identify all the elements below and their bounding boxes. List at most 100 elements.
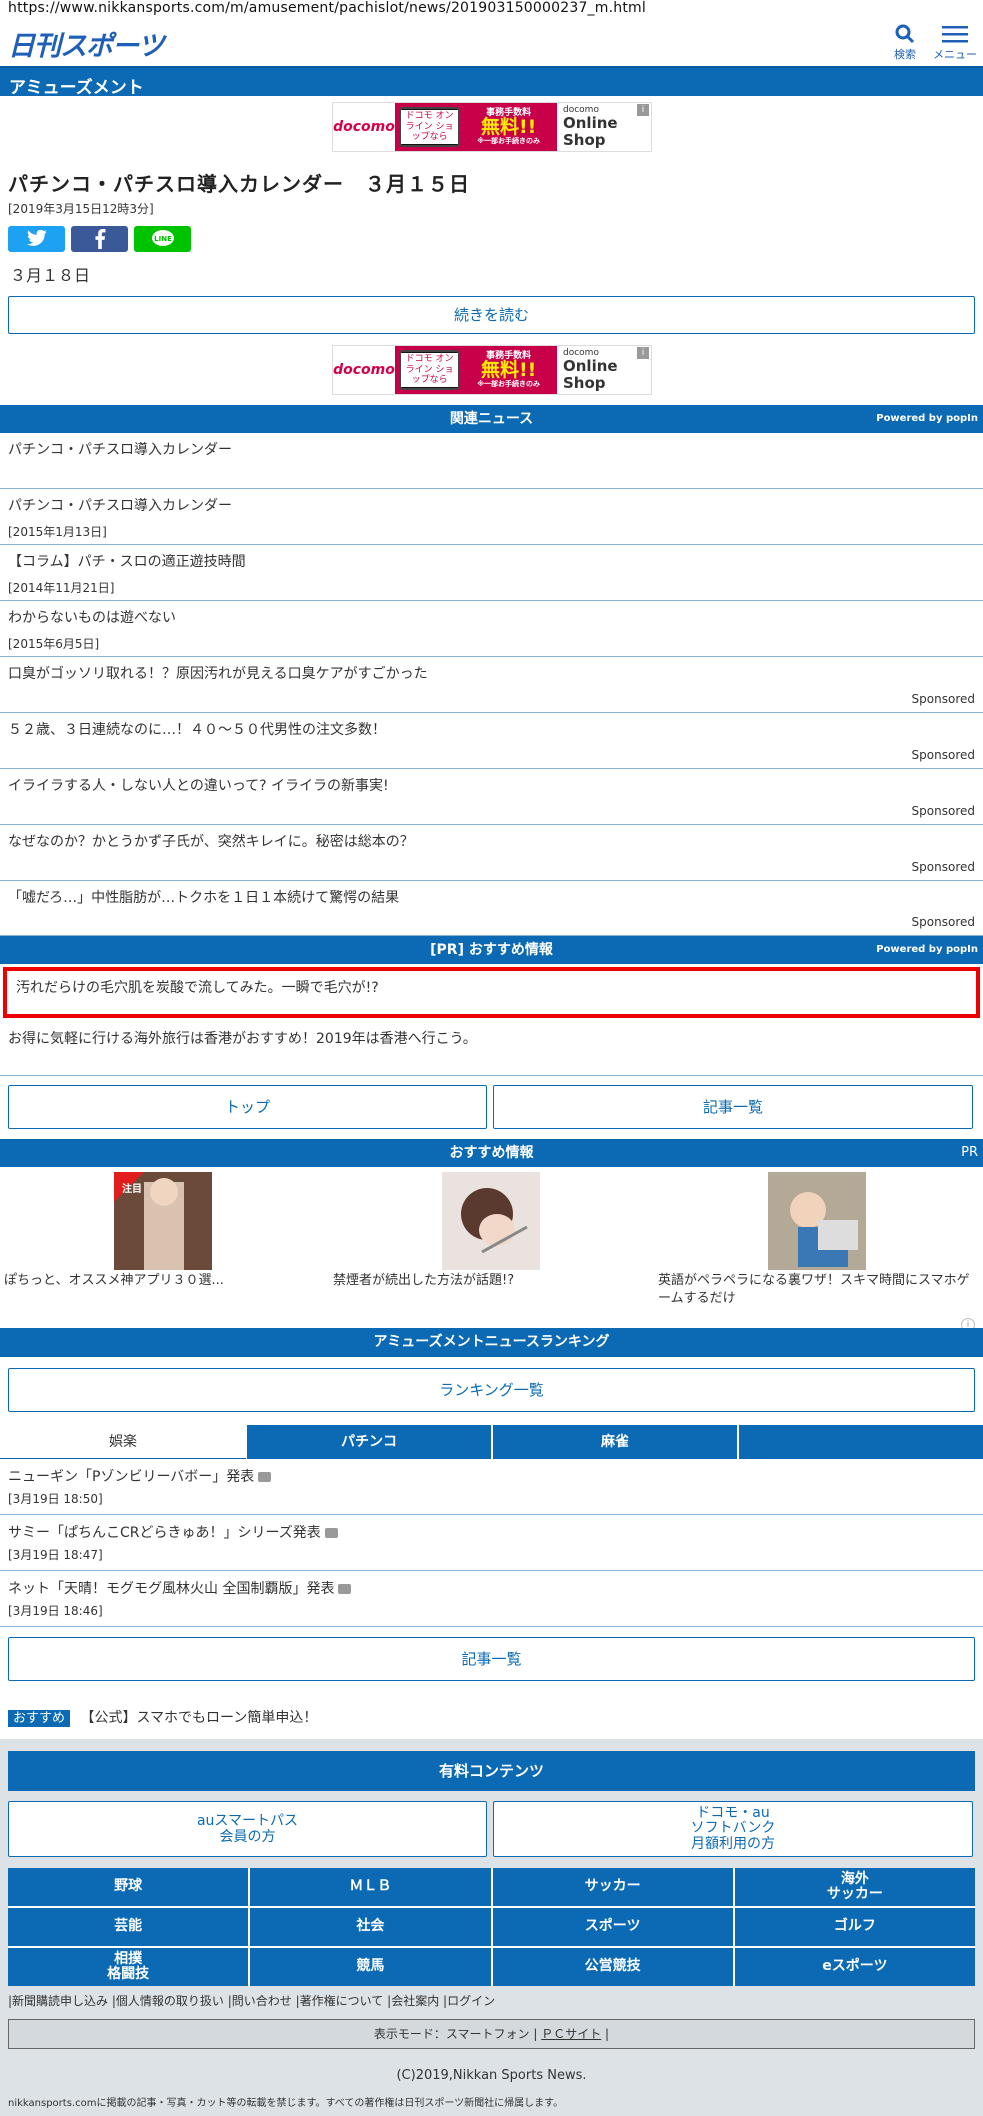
facebook-icon [94,229,105,249]
related-item[interactable]: 【コラム】パチ・スロの適正遊技時間 [2014年11月21日] [0,545,983,601]
docomo-ad-banner-top[interactable]: docomo ドコモ オンライン ショップなら 事務手数料 無料!! ※一部お手続き… [332,102,652,152]
docomo-au-softbank-button[interactable]: ドコモ・au ソフトバンク 月額利用の方 [493,1801,973,1857]
camera-icon [338,1584,352,1594]
article-body: ３月１８日 [10,266,91,285]
footer-link[interactable]: 会社案内 [391,1994,439,2008]
sponsored-item[interactable]: イライラする人・しない人との違いって? イライラの新事実! Sponsored [0,769,983,825]
recommend-item[interactable]: 注目 ぽちっと、オススメ神アプリ３０選... [0,1172,326,1290]
url-bar[interactable]: https://www.nikkansports.com/m/amusement… [8,0,646,16]
pr-item[interactable]: お得に気軽に行ける海外旅行は香港がおすすめ！2019年は香港へ行こう。 [0,1022,983,1076]
ad-shop: Online Shop [563,357,618,392]
search-button[interactable]: 検索 [882,24,928,62]
search-icon [895,24,915,44]
osusume-label: おすすめ [8,1710,71,1727]
facebook-share-button[interactable] [71,226,128,252]
tab-mahjong[interactable]: 麻雀 [493,1425,737,1459]
article-title: パチンコ・パチスロ導入カレンダー ３月１５日 [8,172,470,196]
category-horse-racing[interactable]: 競馬 [250,1948,491,1986]
pr-item-highlighted[interactable]: 汚れだらけの毛穴肌を炭酸で流してみた。一瞬で毛穴が!? [3,967,980,1018]
ad-phone-graphic: ドコモ オンライン ショップなら [399,107,461,147]
ad-brand: docomo [333,119,395,135]
site-logo[interactable]: 日刊スポーツ [8,24,164,63]
paid-content-header: 有料コンテンツ [8,1751,975,1791]
article-date: [2019年3月15日12時3分] [8,202,154,216]
recommend-thumbnail [768,1172,866,1270]
ranking-news-item[interactable]: サミー「ぱちんこCRどらきゅあ！」シリーズ発表 [3月19日 18:47] [0,1515,983,1571]
ranking-news-item[interactable]: ニューギン「Pゾンビリーバボー」発表 [3月19日 18:50] [0,1459,983,1515]
category-sports[interactable]: スポーツ [492,1908,733,1946]
menu-button[interactable]: メニュー [930,24,980,62]
twitter-share-button[interactable] [8,226,65,252]
category-esports[interactable]: eスポーツ [734,1948,975,1986]
recommend-text: ぽちっと、オススメ神アプリ３０選... [4,1273,224,1288]
popin-powered[interactable]: Powered by popIn [876,936,978,964]
ad-info-icon[interactable]: i [637,104,649,116]
category-mlb[interactable]: ＭＬＢ [250,1868,491,1906]
category-public-racing[interactable]: 公営競技 [492,1948,733,1986]
related-item[interactable]: パチンコ・パチスロ導入カレンダー [0,433,983,489]
related-news-title: 関連ニュース [449,411,534,427]
ranking-news-item[interactable]: ネット「天晴！モグモグ風林火山 全国制覇版」発表 [3月19日 18:46] [0,1571,983,1627]
category-overseas-soccer[interactable]: 海外 サッカー [734,1868,975,1906]
ad-note: ※一部お手続きのみ [477,380,541,389]
footer-links: |新聞購読申し込み |個人情報の取り扱い |問い合わせ |著作権について |会社… [8,1994,496,2008]
camera-icon [258,1472,272,1482]
read-more-button[interactable]: 続きを読む [8,296,975,334]
pr-title: [PR] おすすめ情報 [430,942,553,958]
related-news-header: 関連ニュース Powered by popIn [0,405,983,433]
recommend-item[interactable]: 英語がペラペラになる裏ワザ！スキマ時間にスマホゲームするだけ [656,1172,982,1308]
tab-entertainment[interactable]: 娯楽 [0,1425,246,1459]
ranking-list-button[interactable]: ランキング一覧 [8,1368,975,1412]
related-item[interactable]: わからないものは遊べない [2015年6月5日] [0,601,983,657]
tab-empty[interactable] [739,1425,983,1459]
camera-icon [324,1528,338,1538]
sponsored-item[interactable]: なぜなのか？かとうかず子氏が、突然キレイに。秘密は総本の？ Sponsored [0,825,983,881]
sponsored-item[interactable]: ５２歳、３日連続なのに…！４０～５０代男性の注文多数！ Sponsored [0,713,983,769]
footer-link[interactable]: 問い合わせ [232,1994,292,2008]
ad-brand: docomo [333,362,395,378]
footer-link[interactable]: 個人情報の取り扱い [116,1994,224,2008]
popin-powered[interactable]: Powered by popIn [876,405,978,433]
category-sumo-fighting[interactable]: 相撲 格闘技 [8,1948,249,1986]
pr-header: [PR] おすすめ情報 Powered by popIn [0,936,983,964]
section-title[interactable]: アミューズメント [0,66,983,98]
sponsored-item[interactable]: 口臭がゴッソリ取れる！？原因汚れが見える口臭ケアがすごかった Sponsored [0,657,983,713]
ad-free: 無料!! [480,116,537,139]
footer-link[interactable]: 新聞購読申し込み [12,1994,108,2008]
line-icon: LINE [151,230,174,246]
sponsored-item[interactable]: 「嘘だろ…」中性脂肪が…トクホを１日１本続けて驚愕の結果 Sponsored [0,881,983,936]
top-button[interactable]: トップ [8,1085,487,1129]
recommend-header: おすすめ情報 PR [0,1139,983,1167]
ranking-header: アミューズメントニュースランキング [0,1328,983,1357]
category-entertainment[interactable]: 芸能 [8,1908,249,1946]
pc-site-link[interactable]: ＰＣサイト [541,2027,601,2041]
recommend-text: 英語がペラペラになる裏ワザ！スキマ時間にスマホゲームするだけ [658,1273,970,1307]
au-smartpass-button[interactable]: auスマートパス 会員の方 [8,1801,487,1857]
copyright-notice: nikkansports.comに掲載の記事・写真・カット等の転載を禁じます。す… [8,2098,564,2109]
ranking-article-list-button[interactable]: 記事一覧 [8,1637,975,1681]
osusume-ad-link[interactable]: おすすめ 【公式】スマホでもローン簡単申込！ [8,1707,317,1727]
ad-info-icon[interactable]: i [637,347,649,359]
svg-text:LINE: LINE [154,235,172,243]
footer-link[interactable]: ログイン [447,1994,495,2008]
tab-pachinko[interactable]: パチンコ [247,1425,491,1459]
category-baseball[interactable]: 野球 [8,1868,249,1906]
docomo-ad-banner-bottom[interactable]: docomo ドコモ オンライン ショップなら 事務手数料 無料!! ※一部お手続き… [332,345,652,395]
copyright: (C)2019,Nikkan Sports News. [396,2068,587,2083]
ad-free: 無料!! [480,359,537,382]
category-society[interactable]: 社会 [250,1908,491,1946]
article-list-button[interactable]: 記事一覧 [493,1085,973,1129]
category-golf[interactable]: ゴルフ [734,1908,975,1946]
hamburger-icon [942,26,968,43]
category-soccer[interactable]: サッカー [492,1868,733,1906]
recommend-item[interactable]: 禁煙者が続出した方法が話題!? [330,1172,656,1290]
ad-shop: Online Shop [563,114,618,149]
ad-phone-graphic: ドコモ オンライン ショップなら [399,350,461,390]
display-mode-bar: 表示モード：スマートフォン | ＰＣサイト | [8,2019,975,2049]
line-share-button[interactable]: LINE [134,226,191,252]
ad-note: ※一部お手続きのみ [477,137,541,146]
menu-label: メニュー [933,48,977,61]
search-label: 検索 [894,48,916,61]
footer-link[interactable]: 著作権について [300,1994,384,2008]
related-item[interactable]: パチンコ・パチスロ導入カレンダー [2015年1月13日] [0,489,983,545]
